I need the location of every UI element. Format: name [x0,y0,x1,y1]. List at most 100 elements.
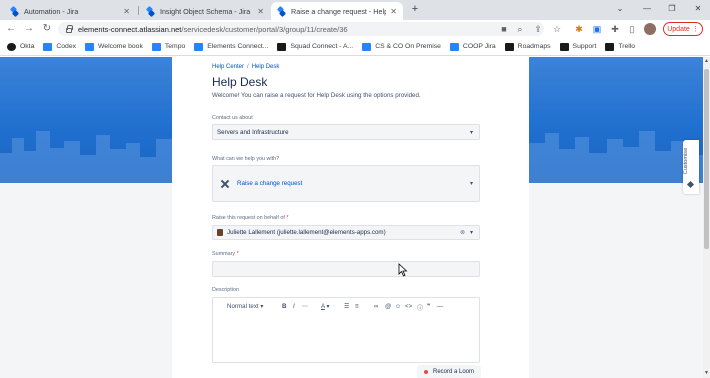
extensions-puzzle-icon[interactable]: ✚ [610,24,620,34]
close-icon[interactable]: ✕ [257,7,264,16]
skyline-illustration [529,131,703,183]
tools-icon [219,178,231,190]
screen-capture-icon[interactable]: ▣ [592,24,602,34]
bookmark-label: Support [572,43,597,50]
customise-tab[interactable]: Customise [683,140,699,194]
record-loom-button[interactable]: Record a Loom [417,365,481,378]
tab-insight-object-schema[interactable]: Insight Object Schema - Jira ✕ [140,2,270,20]
bookmark-elements-connect[interactable]: Elements Connect... [194,42,269,51]
header-banner-right [529,57,703,183]
confluence-icon [449,42,459,51]
bookmark-welcome-book[interactable]: Welcome book [85,42,143,51]
bookmark-label: Roadmaps [517,43,551,50]
confluence-icon [85,42,95,51]
scroll-up-icon[interactable]: ▲ [703,58,710,64]
folder-icon [504,42,514,51]
description-editor[interactable]: Normal text ▾ B I ⋯ A ▾ ☰ ≡ ∞ @ ☺ <> ⓘ ❞… [212,297,480,363]
bookmark-codex[interactable]: Codex [43,42,76,51]
side-panel-icon[interactable]: ▯ [627,24,637,34]
chevron-down-icon: ▾ [469,129,473,136]
page-content: Help Center / Help Desk Help Desk Welcome!… [0,57,703,378]
reload-button[interactable]: ↻ [41,23,53,35]
tab-search-icon[interactable]: ⌄ [614,4,626,13]
bookmark-star-icon[interactable]: ☆ [552,24,562,34]
breadcrumb-help-center[interactable]: Help Center [212,64,244,70]
bookmark-cs-co-on-premise[interactable]: CS & CO On Premise [362,42,441,51]
bookmark-coop-jira[interactable]: COOP Jira [449,42,496,51]
scrollbar-thumb[interactable] [704,69,709,249]
help-label: What can we help you with? [212,156,280,162]
bookmark-roadmaps[interactable]: Roadmaps [504,42,551,51]
bookmark-tempo[interactable]: Tempo [151,42,185,51]
text-style-label: Normal text [227,303,259,310]
bookmark-squad-connect[interactable]: Squad Connect - A... [277,42,353,51]
close-window-button[interactable]: ✕ [692,4,704,13]
bookmark-label: Okta [20,43,35,50]
text-style-dropdown[interactable]: Normal text ▾ [227,303,263,310]
quote-icon[interactable]: ❞ [427,303,430,310]
folder-icon [277,42,287,51]
browser-tab-strip: Automation - Jira ✕ Insight Object Schem… [0,0,710,20]
more-formatting-button[interactable]: ⋯ [302,303,308,310]
loom-label: Record a Loom [432,369,475,375]
emoji-icon[interactable]: ☺ [395,303,401,310]
jira-icon [277,7,286,16]
contact-select[interactable]: Servers and Infrastructure ▾ [212,124,480,140]
profile-avatar[interactable] [644,23,656,35]
text-color-button[interactable]: A ▾ [321,303,330,310]
minimize-button[interactable]: — [641,4,653,13]
tab-title: Automation - Jira [24,6,79,16]
code-icon[interactable]: <> [405,303,412,310]
record-icon [423,370,428,374]
italic-button[interactable]: I [293,303,295,310]
okta-icon [7,42,16,51]
numbered-list-icon[interactable]: ≡ [355,303,359,310]
behalf-label: Raise this request on behalf of * [212,215,288,221]
scroll-down-icon[interactable]: ▼ [703,370,710,376]
bookmark-okta[interactable]: Okta [7,42,35,51]
forward-button[interactable]: → [23,23,35,35]
contact-label: Contact us about [212,115,253,121]
divider-icon[interactable]: — [437,303,443,310]
breadcrumb-help-desk[interactable]: Help Desk [252,64,280,70]
bookmark-support[interactable]: Support [559,42,597,51]
user-avatar-icon [217,229,223,236]
bookmark-label: Elements Connect... [207,43,269,50]
tab-automation[interactable]: Automation - Jira ✕ [4,2,136,20]
back-button[interactable]: ← [5,23,17,35]
jira-icon [146,7,155,16]
update-button[interactable]: Update ⋮ [663,22,703,36]
clear-icon[interactable]: ⊗ [460,229,465,236]
close-icon[interactable]: ✕ [123,7,130,16]
summary-label: Summary * [212,251,239,257]
address-bar[interactable]: elements-connect.atlassian.net/servicede… [58,22,544,36]
bookmark-label: COOP Jira [462,43,496,50]
bookmark-label: Trello [618,43,636,50]
info-icon[interactable]: ⓘ [417,303,423,312]
share-icon[interactable]: ⇪ [533,24,543,34]
camera-icon[interactable]: ■ [499,24,509,34]
bookmark-trello[interactable]: Trello [605,42,636,51]
bold-button[interactable]: B [282,303,286,310]
confluence-icon [362,42,372,51]
request-type-select[interactable]: Raise a change request ▾ [212,165,480,202]
behalf-label-text: Raise this request on behalf of [212,215,285,221]
request-type-value: Raise a change request [237,180,303,187]
new-tab-button[interactable]: + [408,3,422,15]
maximize-button[interactable]: ❐ [666,4,678,13]
extension-icon[interactable]: ✱ [574,24,584,34]
bullet-list-icon[interactable]: ☰ [344,303,350,310]
close-icon[interactable]: ✕ [390,7,397,16]
url-host: elements-connect.atlassian.net [78,24,182,34]
zoom-icon[interactable]: ⌕ [515,24,525,34]
folder-icon [559,42,569,51]
page-scrollbar[interactable]: ▲ ▼ [703,57,710,378]
lock-icon [66,24,73,33]
mention-icon[interactable]: @ [385,303,391,310]
link-icon[interactable]: ∞ [374,303,378,310]
summary-input[interactable] [212,261,480,277]
behalf-select[interactable]: Juliette Lallement (juliette.lallement@e… [212,225,480,240]
tab-raise-change-request[interactable]: Raise a change request - Help De ✕ [271,2,403,20]
contact-value: Servers and Infrastructure [217,128,289,136]
confluence-icon [43,42,53,51]
